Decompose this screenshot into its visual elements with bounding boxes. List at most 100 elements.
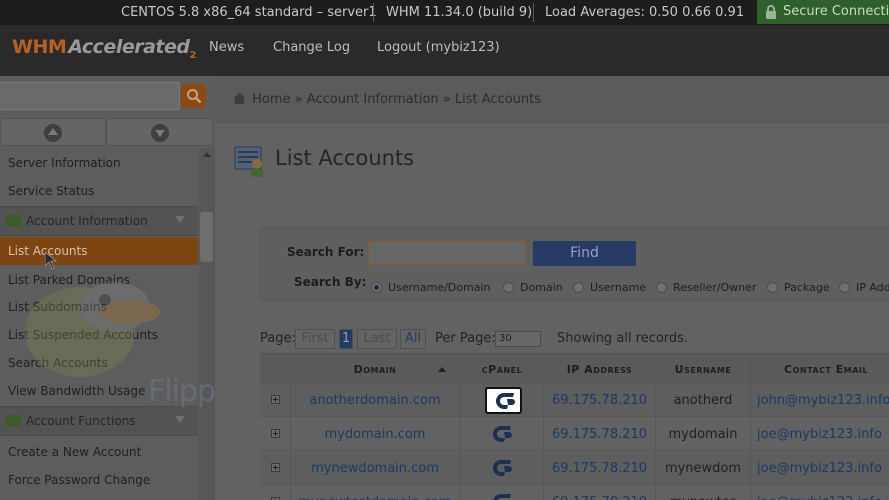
- column-header-domain[interactable]: Domain: [290, 354, 460, 385]
- account-info-icon: [6, 215, 22, 227]
- sidebar-scrollbar[interactable]: [199, 148, 215, 500]
- whm-logo[interactable]: WHM Accelerated2: [12, 36, 196, 61]
- column-divider: [543, 353, 544, 500]
- top-status-bar: CENTOS 5.8 x86_64 standard – server1 WHM…: [0, 0, 889, 25]
- home-icon: [233, 93, 246, 104]
- domain-link[interactable]: anotherdomain.com: [290, 384, 460, 417]
- sidebar-group-account-functions[interactable]: Account Functions: [0, 406, 198, 436]
- expand-row-icon[interactable]: [271, 395, 280, 404]
- sidebar-group-label: Account Information: [26, 214, 148, 228]
- pager-current-page[interactable]: 1: [339, 329, 353, 349]
- secure-connection-label: Secure Connection: [783, 4, 889, 19]
- breadcrumb-home-link[interactable]: Home: [252, 92, 290, 107]
- records-status-text: Showing all records.: [557, 331, 689, 346]
- domain-link[interactable]: mynewtestdomain.com: [290, 486, 460, 500]
- find-button[interactable]: Find: [533, 241, 636, 266]
- radio-username-domain[interactable]: Username/Domain: [371, 281, 490, 294]
- account-functions-icon: [6, 415, 22, 427]
- sidebar-group-account-information[interactable]: Account Information: [0, 206, 198, 236]
- load-averages-text: Load Averages: 0.50 0.66 0.91: [545, 5, 745, 20]
- pager-all-button[interactable]: All: [400, 329, 426, 349]
- search-input[interactable]: [368, 241, 526, 265]
- radio-username[interactable]: Username: [573, 281, 646, 294]
- main-content: Home » Account Information » List Accoun…: [215, 76, 889, 500]
- column-header-username[interactable]: Username: [656, 354, 750, 385]
- breadcrumb-section-link[interactable]: Account Information: [307, 92, 439, 107]
- sidebar-scrollbar-thumb[interactable]: [200, 212, 213, 262]
- column-header-ip-address[interactable]: IP Address: [544, 354, 655, 385]
- cpanel-icon[interactable]: [490, 493, 512, 500]
- pager-last-button[interactable]: Last: [357, 329, 397, 349]
- logo-accent-text: Accelerated: [68, 36, 190, 58]
- table-row: mynewdomain.com 69.175.78.210 mynewdom j…: [260, 452, 889, 485]
- username-cell: anotherd: [673, 393, 733, 408]
- column-divider: [460, 353, 461, 500]
- nav-news-link[interactable]: News: [209, 40, 244, 55]
- radio-domain[interactable]: Domain: [503, 281, 563, 294]
- search-for-label: Search For:: [287, 245, 365, 259]
- ip-address-link[interactable]: 69.175.78.210: [544, 452, 655, 485]
- list-accounts-icon: [234, 146, 263, 177]
- cpanel-icon[interactable]: [490, 459, 512, 477]
- sidebar-search-input[interactable]: [0, 82, 180, 110]
- chevron-down-icon: [175, 216, 185, 223]
- sidebar-item-create-new-account[interactable]: Create a New Account: [0, 438, 198, 466]
- radio-ip-address[interactable]: IP Address: [839, 281, 889, 294]
- radio-dot: [767, 282, 778, 293]
- sidebar-item-list-accounts[interactable]: List Accounts: [0, 237, 198, 265]
- column-divider: [290, 353, 291, 500]
- divider: [533, 3, 534, 22]
- ip-address-link[interactable]: 69.175.78.210: [544, 384, 655, 417]
- radio-label: Domain: [520, 281, 563, 294]
- radio-dot: [573, 282, 584, 293]
- domain-link[interactable]: mydomain.com: [290, 418, 460, 451]
- username-cell: mynewdom: [664, 461, 742, 476]
- scroll-down-button[interactable]: [106, 118, 213, 146]
- radio-label: Reseller/Owner: [673, 281, 757, 294]
- email-link[interactable]: joe@mybiz123.info: [757, 486, 889, 500]
- domain-link[interactable]: mynewdomain.com: [290, 452, 460, 485]
- cpanel-icon[interactable]: [490, 425, 512, 443]
- sidebar-item-service-status[interactable]: Service Status: [0, 177, 198, 205]
- email-link[interactable]: john@mybiz123.info: [757, 384, 889, 417]
- breadcrumb-separator: »: [294, 92, 303, 107]
- sidebar-item-force-password-change[interactable]: Force Password Change: [0, 466, 198, 494]
- email-link[interactable]: joe@mybiz123.info: [757, 418, 889, 451]
- arrow-up-icon: [44, 124, 62, 142]
- sidebar-item-server-information[interactable]: Server Information: [0, 149, 198, 177]
- per-page-label: Per Page:: [435, 331, 496, 346]
- pager-first-button[interactable]: First: [295, 329, 335, 349]
- ip-address-link[interactable]: 69.175.78.210: [544, 418, 655, 451]
- sidebar-search: [0, 82, 208, 110]
- breadcrumb-current: List Accounts: [454, 92, 542, 107]
- sidebar-search-button[interactable]: [181, 84, 206, 108]
- column-header-contact-email[interactable]: Contact Email: [751, 354, 889, 385]
- expand-row-icon[interactable]: [271, 429, 280, 438]
- radio-package[interactable]: Package: [767, 281, 830, 294]
- radio-reseller-owner[interactable]: Reseller/Owner: [656, 281, 756, 294]
- sidebar-group-label: Account Functions: [26, 414, 136, 428]
- version-text: WHM 11.34.0 (build 9): [386, 5, 533, 20]
- nav-logout-link[interactable]: Logout (mybiz123): [377, 40, 500, 55]
- radio-dot: [656, 282, 667, 293]
- secure-connection-badge: Secure Connection: [757, 0, 889, 24]
- cpanel-icon[interactable]: [493, 392, 515, 410]
- table-row: mydomain.com 69.175.78.210 mydomain joe@…: [260, 418, 889, 451]
- column-divider: [655, 353, 656, 500]
- expand-row-icon[interactable]: [271, 463, 280, 472]
- radio-label: Username/Domain: [388, 281, 491, 294]
- ip-address-link[interactable]: 69.175.78.210: [544, 486, 655, 500]
- nav-change-log-link[interactable]: Change Log: [273, 40, 350, 55]
- email-link[interactable]: joe@mybiz123.info: [757, 452, 889, 485]
- column-divider: [750, 353, 751, 500]
- sort-ascending-icon: [438, 367, 446, 372]
- scroll-up-arrow-icon: [203, 152, 211, 157]
- breadcrumb-separator: »: [442, 92, 451, 107]
- per-page-input[interactable]: 30: [495, 331, 541, 347]
- radio-label: Username: [590, 281, 647, 294]
- radio-dot: [503, 282, 514, 293]
- scroll-up-button[interactable]: [0, 118, 106, 146]
- divider: [373, 3, 374, 22]
- arrow-down-icon: [150, 124, 169, 142]
- logo-main-text: WHM: [12, 36, 67, 58]
